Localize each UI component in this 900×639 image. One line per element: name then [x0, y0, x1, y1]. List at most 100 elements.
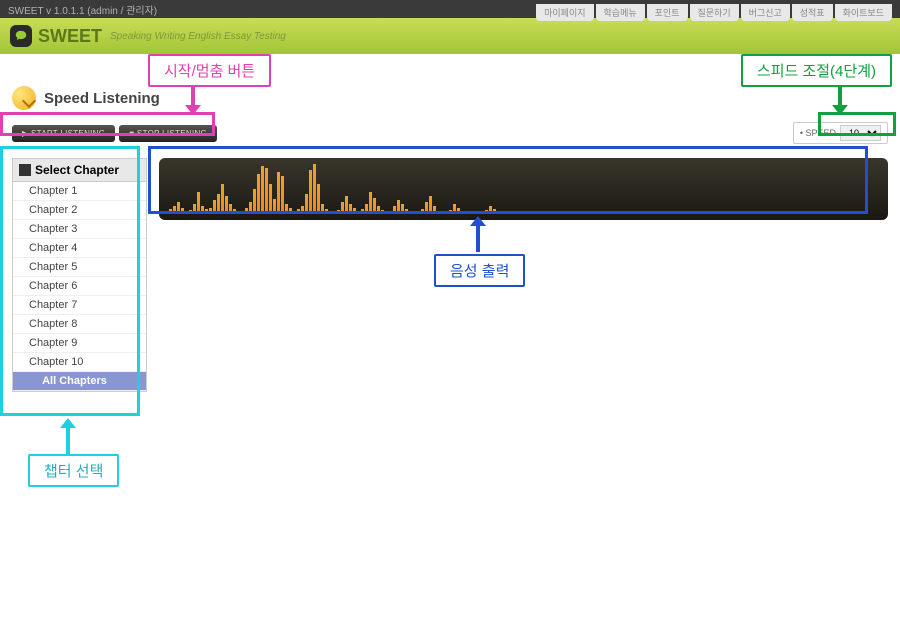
callout-audio: 음성 출력 [434, 254, 525, 287]
chapter-item[interactable]: Chapter 6 [13, 277, 146, 296]
nav-question[interactable]: 질문하기 [690, 4, 739, 21]
waveform-bar [397, 200, 400, 214]
book-icon [19, 164, 31, 176]
waveform-bar [189, 210, 192, 214]
play-controls: ▶ START LISTENING ■ STOP LISTENING [12, 125, 217, 142]
waveform-bar [661, 212, 664, 214]
waveform-bar [345, 196, 348, 214]
waveform-bar [241, 212, 244, 214]
nav-study[interactable]: 학습메뉴 [596, 4, 645, 21]
waveform-bar [717, 212, 720, 214]
chapter-sidebar: Select Chapter Chapter 1Chapter 2Chapter… [12, 158, 147, 392]
waveform-bar [461, 211, 464, 214]
waveform-bar [637, 212, 640, 214]
nav-whiteboard[interactable]: 화이트보드 [835, 4, 892, 21]
waveform-bar [289, 208, 292, 214]
chapter-item[interactable]: Chapter 5 [13, 258, 146, 277]
waveform-bar [317, 184, 320, 214]
waveform-bar [577, 212, 580, 214]
waveform-bar [321, 204, 324, 214]
waveform-bar [617, 212, 620, 214]
waveform-bar [573, 212, 576, 214]
titlebar-text: SWEET v 1.0.1.1 (admin / 관리자) [8, 2, 157, 17]
waveform-bar [233, 209, 236, 214]
waveform-bar [605, 212, 608, 214]
waveform-bar [677, 212, 680, 214]
waveform-bar [725, 212, 728, 214]
waveform-bar [385, 212, 388, 214]
waveform-bar [581, 212, 584, 214]
waveform-bar [257, 174, 260, 214]
waveform-bar [485, 210, 488, 214]
chapter-item[interactable]: Chapter 9 [13, 334, 146, 353]
waveform-bar [697, 212, 700, 214]
waveform-bar [761, 212, 764, 214]
waveform-bar [689, 212, 692, 214]
stop-listening-button[interactable]: ■ STOP LISTENING [119, 125, 217, 142]
waveform-bar [705, 212, 708, 214]
waveform-bar [221, 184, 224, 214]
waveform-bar [533, 211, 536, 214]
waveform-bar [657, 212, 660, 214]
waveform-bar [549, 212, 552, 214]
waveform-bar [441, 212, 444, 214]
waveform-bar [429, 196, 432, 214]
callout-chapter: 챕터 선택 [28, 454, 119, 487]
waveform-bar [401, 204, 404, 214]
waveform-bar [721, 212, 724, 214]
waveform-bar [625, 212, 628, 214]
nav-bug[interactable]: 버그신고 [741, 4, 790, 21]
waveform-bar [377, 206, 380, 214]
callout-speed: 스피드 조절(4단계) [741, 54, 892, 87]
chapter-item[interactable]: Chapter 7 [13, 296, 146, 315]
chapter-item[interactable]: Chapter 10 [13, 353, 146, 372]
waveform-bar [225, 196, 228, 214]
start-listening-button[interactable]: ▶ START LISTENING [12, 125, 115, 142]
app-header: SWEET Speaking Writing English Essay Tes… [0, 18, 900, 54]
waveform-bar [693, 212, 696, 214]
speed-select[interactable]: 10 [840, 125, 881, 141]
waveform-bar [309, 170, 312, 214]
waveform-bar [469, 212, 472, 214]
waveform-bar [177, 202, 180, 214]
nav-score[interactable]: 성적표 [792, 4, 833, 21]
logo-icon [10, 25, 32, 47]
speed-control[interactable]: • SPEED 10 [793, 122, 888, 144]
waveform-bar [525, 212, 528, 214]
nav-point[interactable]: 포인트 [647, 4, 688, 21]
waveform-bar [649, 212, 652, 214]
chapter-item[interactable]: Chapter 1 [13, 182, 146, 201]
waveform-bar [209, 208, 212, 214]
waveform-bar [757, 212, 760, 214]
app-title: SWEET [38, 26, 102, 47]
waveform-bar [181, 208, 184, 214]
waveform-bar [473, 211, 476, 214]
chapter-item[interactable]: Chapter 8 [13, 315, 146, 334]
waveform-bar [517, 212, 520, 214]
waveform-bar [597, 212, 600, 214]
waveform-bar [541, 212, 544, 214]
waveform-bar [269, 184, 272, 214]
chapter-item[interactable]: Chapter 4 [13, 239, 146, 258]
waveform-bar [301, 206, 304, 214]
waveform-display [159, 158, 888, 220]
nav-mypage[interactable]: 마이페이지 [536, 4, 593, 21]
waveform-bar [285, 204, 288, 214]
waveform-bar [237, 211, 240, 214]
sidebar-header-label: Select Chapter [35, 163, 119, 177]
waveform-bar [753, 212, 756, 214]
waveform-bar [685, 212, 688, 214]
waveform-bar [569, 212, 572, 214]
waveform-bar [593, 212, 596, 214]
controls-row: ▶ START LISTENING ■ STOP LISTENING • SPE… [12, 118, 888, 148]
waveform-bar [741, 212, 744, 214]
waveform-bar [497, 212, 500, 214]
waveform-bar [349, 204, 352, 214]
waveform-bar [421, 209, 424, 214]
chapter-item[interactable]: Chapter 2 [13, 201, 146, 220]
chapter-item-all[interactable]: All Chapters [13, 372, 146, 391]
waveform-bar [489, 206, 492, 214]
waveform-bar [477, 212, 480, 214]
chapter-item[interactable]: Chapter 3 [13, 220, 146, 239]
waveform-bar [509, 211, 512, 214]
